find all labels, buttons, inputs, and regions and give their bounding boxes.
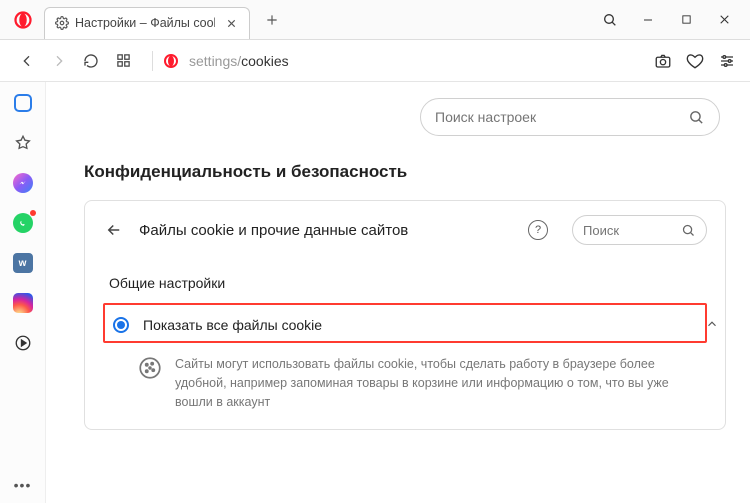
window-search-button[interactable] xyxy=(602,12,618,28)
nav-back-button[interactable] xyxy=(14,48,40,74)
window-controls xyxy=(602,12,750,28)
card-search-input[interactable] xyxy=(583,223,681,238)
heart-icon xyxy=(686,52,704,70)
chevron-right-icon xyxy=(51,53,67,69)
settings-search-input[interactable] xyxy=(435,109,688,125)
sidebar-messenger[interactable] xyxy=(12,172,34,194)
reload-icon xyxy=(83,53,99,69)
speed-dial-button[interactable] xyxy=(110,48,136,74)
sidebar-player[interactable] xyxy=(12,332,34,354)
card-search[interactable] xyxy=(572,215,707,245)
grid-icon xyxy=(116,53,131,68)
sidebar-instagram[interactable] xyxy=(12,292,34,314)
vk-icon: w xyxy=(13,253,33,273)
search-icon xyxy=(681,223,696,238)
option-description: Сайты могут использовать файлы cookie, ч… xyxy=(175,355,697,411)
question-icon: ? xyxy=(535,224,541,236)
browser-tab[interactable]: Настройки – Файлы cookie xyxy=(44,7,250,39)
bookmark-button[interactable] xyxy=(686,52,704,70)
reload-button[interactable] xyxy=(78,48,104,74)
window-minimize-button[interactable] xyxy=(640,12,656,28)
snapshot-button[interactable] xyxy=(654,52,672,70)
window-close-button[interactable] xyxy=(716,12,732,28)
easy-setup-button[interactable] xyxy=(718,52,736,70)
card-header: Файлы cookie и прочие данные сайтов ? xyxy=(103,215,707,245)
sidebar-bookmarks[interactable] xyxy=(12,132,34,154)
search-icon xyxy=(602,12,618,28)
maximize-icon xyxy=(681,14,692,25)
close-icon xyxy=(718,13,731,26)
option-label: Показать все файлы cookie xyxy=(143,317,667,333)
cookies-card: Файлы cookie и прочие данные сайтов ? Об… xyxy=(84,200,726,430)
play-circle-icon xyxy=(14,334,32,352)
titlebar: Настройки – Файлы cookie xyxy=(0,0,750,40)
tab-close-button[interactable] xyxy=(221,13,241,33)
home-icon xyxy=(14,94,32,112)
close-icon xyxy=(226,18,237,29)
whatsapp-icon xyxy=(13,213,33,233)
subsection-title: Общие настройки xyxy=(109,275,707,291)
messenger-icon xyxy=(13,173,33,193)
radio-selected-icon xyxy=(113,317,129,333)
minimize-icon xyxy=(642,14,654,26)
option-highlight: Показать все файлы cookie xyxy=(103,303,707,343)
sliders-icon xyxy=(719,53,735,69)
help-button[interactable]: ? xyxy=(528,220,548,240)
gear-icon xyxy=(55,16,69,30)
option-allow-all-cookies[interactable]: Показать все файлы cookie xyxy=(105,313,705,337)
instagram-icon xyxy=(13,293,33,313)
sidebar-vk[interactable]: w xyxy=(12,252,34,274)
card-title: Файлы cookie и прочие данные сайтов xyxy=(139,222,514,239)
window-maximize-button[interactable] xyxy=(678,12,694,28)
option-description-row: Сайты могут использовать файлы cookie, ч… xyxy=(137,355,707,411)
address-text: settings/cookies xyxy=(189,53,289,69)
chevron-up-icon xyxy=(705,317,719,331)
body: w ••• Конфиденциальность и безопасность … xyxy=(0,82,750,503)
toolbar-divider xyxy=(152,51,153,71)
section-title: Конфиденциальность и безопасность xyxy=(84,162,750,182)
sidebar-more-button[interactable]: ••• xyxy=(14,477,32,493)
search-icon xyxy=(688,109,705,126)
toolbar-right xyxy=(654,52,736,70)
plus-icon xyxy=(265,13,279,27)
star-icon xyxy=(14,134,32,152)
toolbar: settings/cookies xyxy=(0,40,750,82)
sidebar-whatsapp[interactable] xyxy=(12,212,34,234)
settings-search-row xyxy=(46,82,750,136)
opera-logo-icon xyxy=(14,11,32,29)
sidebar-home[interactable] xyxy=(12,92,34,114)
address-bar[interactable]: settings/cookies xyxy=(163,53,644,69)
nav-forward-button[interactable] xyxy=(46,48,72,74)
option-collapse-button[interactable] xyxy=(699,311,725,337)
camera-icon xyxy=(654,52,672,70)
card-back-button[interactable] xyxy=(103,219,125,241)
settings-search[interactable] xyxy=(420,98,720,136)
arrow-left-icon xyxy=(105,221,123,239)
new-tab-button[interactable] xyxy=(258,6,286,34)
cookie-icon xyxy=(137,355,163,381)
content-area: Конфиденциальность и безопасность Файлы … xyxy=(46,82,750,503)
opera-o-icon xyxy=(163,53,179,69)
chevron-left-icon xyxy=(19,53,35,69)
sidebar: w ••• xyxy=(0,82,46,503)
tab-title: Настройки – Файлы cookie xyxy=(75,16,215,30)
